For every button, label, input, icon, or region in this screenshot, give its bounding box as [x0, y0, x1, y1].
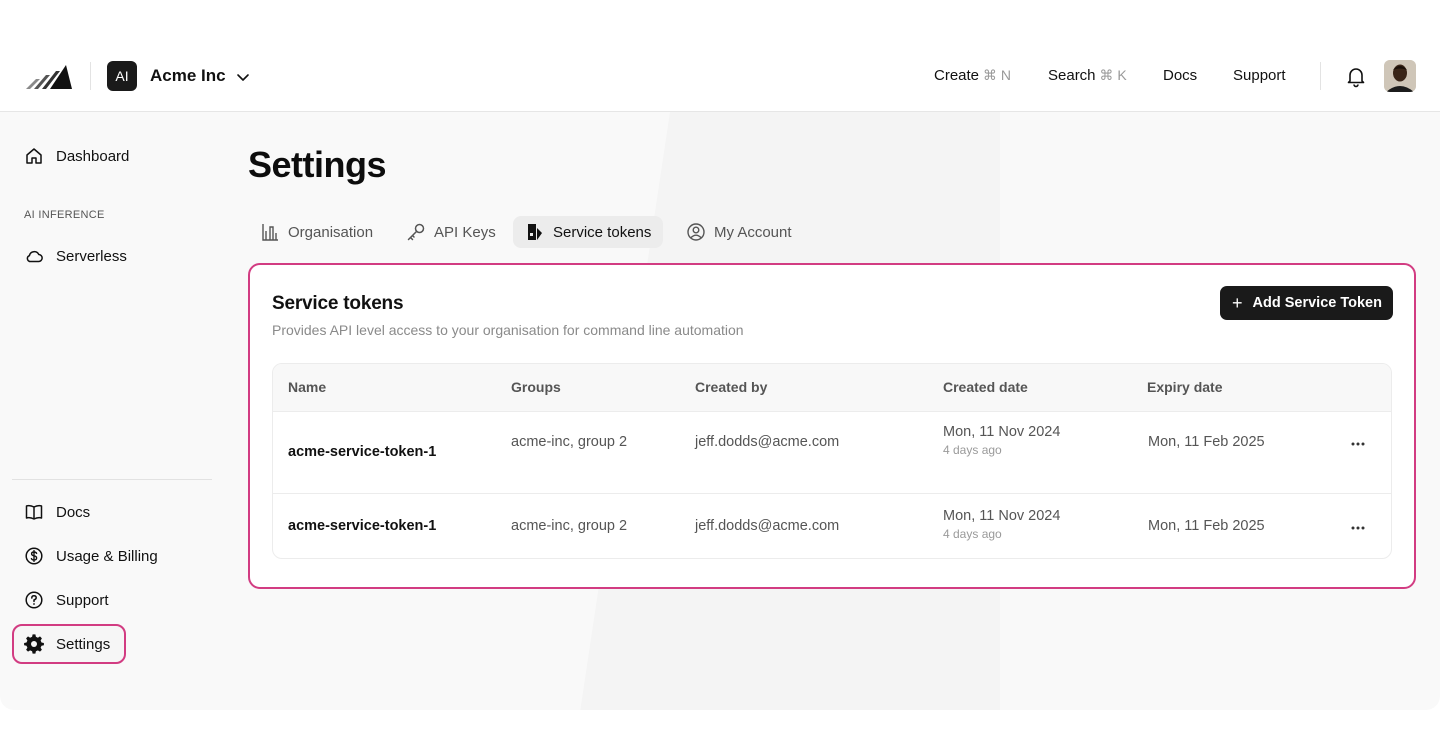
table-header: Name Groups Created by Created date Expi… — [273, 364, 1391, 412]
column-header-created-date[interactable]: Created date — [943, 379, 1028, 395]
tab-organisation[interactable]: Organisation — [248, 216, 385, 248]
header-divider-right — [1320, 62, 1321, 90]
header-divider — [90, 62, 91, 90]
token-created-by: jeff.dodds@acme.com — [695, 434, 840, 450]
token-groups: acme-inc, group 2 — [511, 518, 628, 534]
nav-docs[interactable]: Docs — [1163, 67, 1197, 84]
column-header-expiry-date[interactable]: Expiry date — [1147, 379, 1222, 395]
sidebar-item-label: Docs — [56, 503, 91, 521]
sidebar-item-label: Settings — [56, 635, 111, 653]
more-horizontal-icon[interactable] — [1349, 519, 1367, 537]
user-avatar[interactable] — [1384, 60, 1416, 92]
sidebar-item-settings[interactable]: Settings — [12, 624, 126, 664]
more-horizontal-icon[interactable] — [1349, 435, 1367, 453]
token-groups: acme-inc, group 2 — [511, 434, 628, 450]
nav-search-shortcut: ⌘ K — [1099, 67, 1127, 83]
top-navigation-bar: AI Acme Inc Create ⌘ N Search ⌘ K Docs Sup… — [0, 40, 1440, 112]
nav-support[interactable]: Support — [1233, 67, 1286, 84]
home-icon — [26, 148, 42, 164]
sidebar-item-docs[interactable]: Docs — [12, 492, 90, 532]
created-date-relative: 4 days ago — [943, 443, 1002, 457]
nav-search[interactable]: Search ⌘ K — [1048, 67, 1127, 84]
card-subtitle: Provides API level access to your organi… — [272, 322, 744, 338]
sidebar-item-support[interactable]: Support — [12, 580, 109, 620]
token-created-by: jeff.dodds@acme.com — [695, 518, 840, 534]
tab-label: Organisation — [288, 223, 374, 241]
sidebar-divider — [12, 479, 212, 480]
sidebar-item-serverless[interactable]: Serverless — [12, 236, 127, 276]
sidebar-item-label: Serverless — [56, 247, 127, 265]
plus-icon: + — [1232, 293, 1243, 313]
column-header-name[interactable]: Name — [288, 379, 326, 395]
created-date-value: Mon, 11 Nov 2024 — [943, 424, 1061, 440]
book-icon — [25, 504, 43, 520]
tab-service-tokens[interactable]: Service tokens — [513, 216, 664, 248]
service-tokens-card: Service tokens Provides API level access… — [248, 263, 1416, 589]
table-row[interactable]: acme-service-token-1 acme-inc, group 2 j… — [273, 412, 1391, 494]
created-date-relative: 4 days ago — [943, 527, 1002, 541]
token-expiry-date: Mon, 11 Feb 2025 — [1148, 434, 1265, 450]
sidebar-item-label: Usage & Billing — [56, 547, 158, 565]
sidebar-item-label: Support — [56, 591, 109, 609]
token-name[interactable]: acme-service-token-1 — [288, 518, 436, 534]
org-name[interactable]: Acme Inc — [150, 66, 226, 86]
sidebar-item-label: Dashboard — [56, 147, 130, 165]
sidebar-section-label: AI INFERENCE — [24, 209, 105, 221]
nav-create[interactable]: Create ⌘ N — [934, 67, 1011, 84]
tab-label: API Keys — [434, 223, 496, 241]
created-date-value: Mon, 11 Nov 2024 — [943, 508, 1061, 524]
dollar-circle-icon — [25, 547, 43, 565]
tab-label: Service tokens — [553, 223, 652, 241]
tab-my-account[interactable]: My Account — [674, 216, 804, 248]
column-header-groups[interactable]: Groups — [511, 379, 561, 395]
org-avatar[interactable]: AI — [107, 61, 137, 91]
building-chart-icon — [262, 224, 278, 241]
brand-logo-icon[interactable] — [26, 63, 72, 89]
app-surface: Dashboard AI INFERENCE Serverless Docs U… — [0, 112, 1440, 710]
user-circle-icon — [687, 223, 705, 241]
sidebar-item-dashboard[interactable]: Dashboard — [12, 136, 129, 176]
chevron-down-icon[interactable] — [236, 70, 250, 84]
gear-icon — [24, 634, 44, 654]
token-expiry-date: Mon, 11 Feb 2025 — [1148, 518, 1265, 534]
add-service-token-button[interactable]: + Add Service Token — [1220, 286, 1393, 320]
tab-api-keys[interactable]: API Keys — [394, 216, 508, 248]
help-circle-icon — [25, 591, 43, 609]
token-created-date: Mon, 11 Nov 2024 4 days ago — [943, 424, 1060, 457]
sidebar-item-usage-billing[interactable]: Usage & Billing — [12, 536, 158, 576]
add-service-token-label: Add Service Token — [1252, 295, 1382, 311]
token-icon — [528, 224, 542, 240]
page-title: Settings — [248, 144, 387, 185]
column-header-created-by[interactable]: Created by — [695, 379, 767, 395]
key-icon — [407, 223, 425, 241]
service-tokens-table: Name Groups Created by Created date Expi… — [272, 363, 1392, 559]
card-title: Service tokens — [272, 293, 404, 314]
token-name[interactable]: acme-service-token-1 — [288, 444, 436, 460]
bell-icon[interactable] — [1344, 64, 1368, 88]
tab-label: My Account — [714, 223, 792, 241]
cloud-icon — [26, 250, 43, 263]
nav-create-label: Create — [934, 67, 980, 84]
token-created-date: Mon, 11 Nov 2024 4 days ago — [943, 508, 1060, 541]
nav-search-label: Search — [1048, 67, 1096, 84]
nav-create-shortcut: ⌘ N — [983, 67, 1012, 83]
table-row[interactable]: acme-service-token-1 acme-inc, group 2 j… — [273, 494, 1391, 558]
